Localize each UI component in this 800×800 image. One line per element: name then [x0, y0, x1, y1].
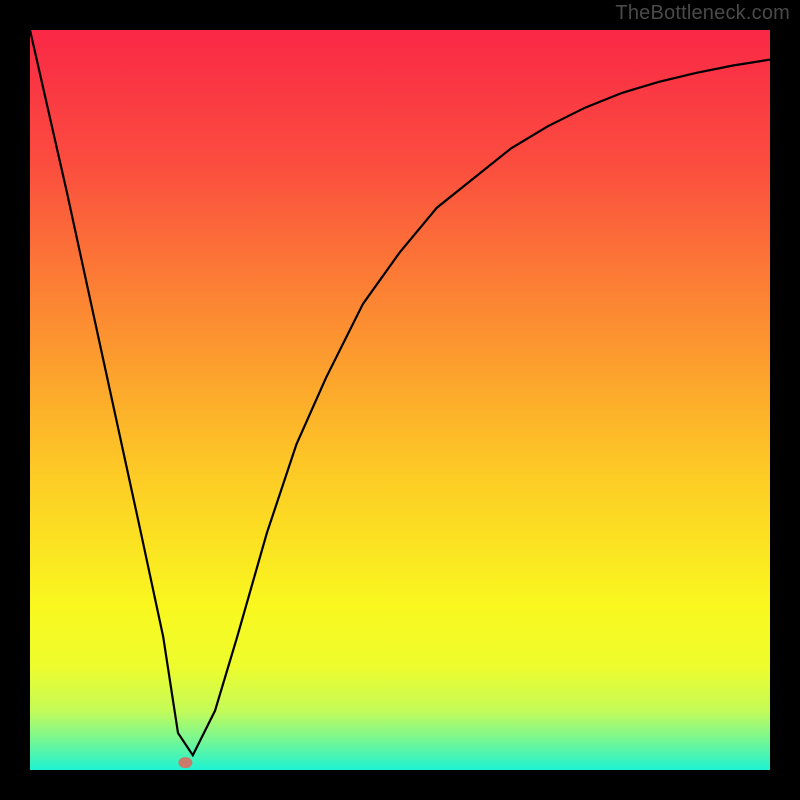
optimum-marker: [178, 757, 192, 768]
frame-left: [0, 0, 30, 800]
plot-background: [30, 30, 770, 770]
frame-bottom: [0, 770, 800, 800]
frame-right: [770, 0, 800, 800]
chart-svg: [0, 0, 800, 800]
watermark-text: TheBottleneck.com: [615, 2, 790, 25]
chart-container: TheBottleneck.com: [0, 0, 800, 800]
